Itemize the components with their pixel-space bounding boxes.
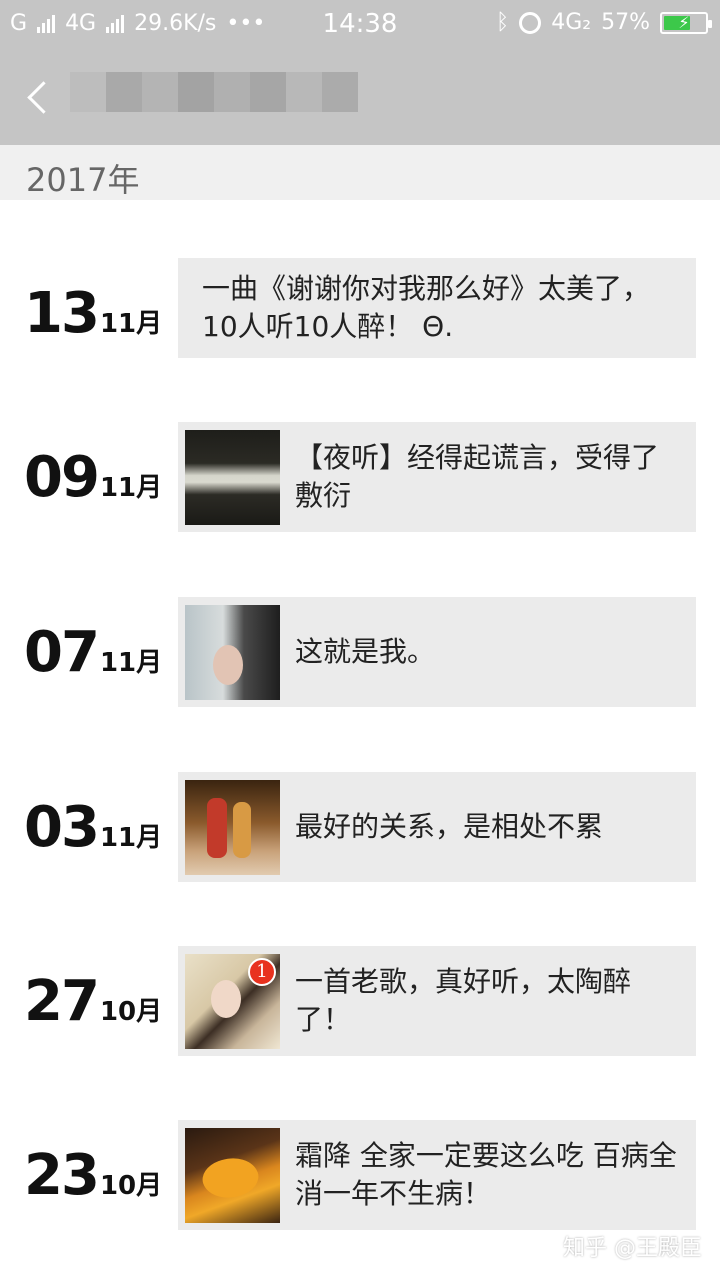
entry-day: 27 bbox=[24, 968, 100, 1034]
entry-date: 07 11月 bbox=[24, 597, 162, 707]
nav-bar bbox=[0, 50, 720, 145]
entry-month: 11月 bbox=[99, 822, 163, 853]
entry-card[interactable]: 最好的关系，是相处不累 bbox=[178, 772, 696, 882]
notification-badge: 1 bbox=[248, 957, 276, 986]
entry-text: 【夜听】经得起谎言，受得了敷衍 bbox=[295, 441, 660, 512]
kids-thumb bbox=[185, 779, 280, 875]
alarm-icon bbox=[519, 11, 542, 34]
entry-card[interactable]: 霜降 全家一定要这么吃 百病全消一年不生病！ bbox=[178, 1120, 696, 1230]
entry-day: 09 bbox=[24, 444, 100, 510]
entry-month: 11月 bbox=[99, 308, 163, 339]
entry-date: 27 10月 bbox=[24, 946, 162, 1056]
entry-card[interactable]: 【夜听】经得起谎言，受得了敷衍 bbox=[178, 422, 696, 532]
entry-month: 10月 bbox=[99, 996, 163, 1027]
entry-card[interactable]: 1 一首老歌，真好听，太陶醉了！ bbox=[178, 946, 696, 1056]
entry-day: 23 bbox=[24, 1142, 100, 1208]
entry-month: 11月 bbox=[99, 647, 163, 678]
battery-percent: 57% bbox=[601, 10, 650, 35]
entry-month: 10月 bbox=[99, 1170, 163, 1201]
entry-card[interactable]: 这就是我。 bbox=[178, 597, 696, 707]
year-header: 2017年 bbox=[0, 145, 720, 200]
network-type: 4G₂ bbox=[551, 10, 592, 35]
entry-date: 03 11月 bbox=[24, 772, 162, 882]
entry-text: 这就是我。 bbox=[295, 635, 436, 668]
entry-day: 03 bbox=[24, 794, 100, 860]
entry-date: 09 11月 bbox=[24, 422, 162, 532]
bluetooth-icon: ᛒ bbox=[496, 10, 510, 35]
list-item: 03 11月 最好的关系，是相处不累 bbox=[0, 772, 720, 882]
entry-day: 13 bbox=[24, 280, 100, 346]
status-right: ᛒ 4G₂ 57% ⚡ bbox=[496, 10, 712, 35]
watermark: 知乎 @王殿臣 bbox=[563, 1236, 702, 1261]
blurred-title bbox=[70, 72, 358, 112]
battery-icon: ⚡ bbox=[660, 11, 712, 34]
entry-day: 07 bbox=[24, 619, 100, 685]
list-item: 09 11月 【夜听】经得起谎言，受得了敷衍 bbox=[0, 422, 720, 532]
entry-text: 一首老歌，真好听，太陶醉了！ bbox=[295, 965, 632, 1036]
leaf-thumb bbox=[185, 1127, 280, 1223]
dark-text-thumb bbox=[185, 429, 280, 525]
list-item: 27 10月 1 一首老歌，真好听，太陶醉了！ bbox=[0, 946, 720, 1056]
entry-text: 最好的关系，是相处不累 bbox=[295, 810, 604, 843]
status-bar: G 4G 29.6K/s ••• 14:38 ᛒ 4G₂ 57% ⚡ bbox=[0, 0, 720, 50]
year-label: 2017年 bbox=[26, 161, 140, 199]
back-button[interactable] bbox=[22, 72, 62, 122]
entry-card[interactable]: 一曲《谢谢你对我那么好》太美了，10人听10人醉！ Θ. bbox=[178, 258, 696, 358]
list-item: 07 11月 这就是我。 bbox=[0, 597, 720, 707]
entry-month: 11月 bbox=[99, 472, 163, 503]
entry-text: 霜降 全家一定要这么吃 百病全消一年不生病！ bbox=[295, 1139, 677, 1210]
entry-date: 13 11月 bbox=[24, 258, 162, 368]
entry-date: 23 10月 bbox=[24, 1120, 162, 1230]
list-item: 23 10月 霜降 全家一定要这么吃 百病全消一年不生病！ bbox=[0, 1120, 720, 1230]
list-item: 13 11月 一曲《谢谢你对我那么好》太美了，10人听10人醉！ Θ. bbox=[0, 258, 720, 368]
painting-thumb: 1 bbox=[185, 953, 280, 1049]
top-header: G 4G 29.6K/s ••• 14:38 ᛒ 4G₂ 57% ⚡ bbox=[0, 0, 720, 145]
entry-text: 一曲《谢谢你对我那么好》太美了，10人听10人醉！ Θ. bbox=[202, 272, 651, 343]
woman-thumb bbox=[185, 604, 280, 700]
